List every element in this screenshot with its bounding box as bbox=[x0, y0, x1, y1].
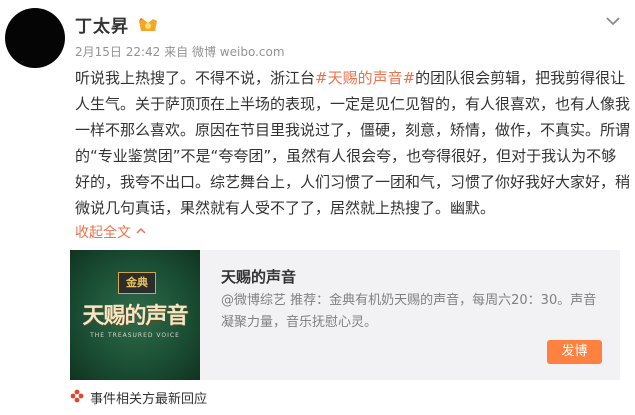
chevron-down-icon[interactable] bbox=[605, 12, 621, 26]
vip-badge-icon[interactable] bbox=[137, 17, 159, 33]
flower-icon bbox=[70, 389, 84, 407]
chevron-up-icon bbox=[135, 224, 147, 240]
author-row: 丁太昇 bbox=[75, 12, 159, 37]
source-prefix: 来自 bbox=[164, 45, 189, 59]
cover-brand-badge: 金典 bbox=[118, 272, 156, 294]
event-response-label: 事件相关方最新回应 bbox=[90, 392, 208, 407]
post-text-before: 听说我上热搜了。不得不说，浙江台 bbox=[75, 69, 316, 87]
cover-title: 天赐的声音 bbox=[82, 304, 188, 329]
card-description: @微博综艺 推荐：金典有机奶天赐的声音，每周六20：30。声音凝聚力量，音乐抚慰… bbox=[221, 293, 597, 330]
card-title[interactable]: 天赐的声音 bbox=[221, 266, 296, 287]
cover-subtitle: THE TREASURED VOICE bbox=[90, 332, 180, 339]
post-meta: 2月15日 22:42 来自 微博 weibo.com bbox=[75, 43, 285, 60]
post-text: 听说我上热搜了。不得不说，浙江台#天赐的声音#的团队很会剪辑，把我剪得很让人生气… bbox=[75, 65, 630, 221]
post-source[interactable]: 微博 weibo.com bbox=[192, 43, 285, 60]
author-name[interactable]: 丁太昇 bbox=[75, 12, 129, 37]
show-cover-image[interactable]: 金典 天赐的声音 THE TREASURED VOICE bbox=[70, 250, 200, 380]
post-time[interactable]: 2月15日 22:42 bbox=[75, 43, 160, 60]
show-card[interactable]: 金典 天赐的声音 THE TREASURED VOICE 天赐的声音 @微博综艺… bbox=[70, 250, 620, 380]
event-response-link[interactable]: 事件相关方最新回应 bbox=[70, 388, 207, 407]
collapse-button[interactable]: 收起全文 bbox=[75, 222, 147, 242]
hashtag-link[interactable]: #天赐的声音# bbox=[315, 69, 415, 87]
avatar[interactable] bbox=[5, 8, 65, 68]
post-text-after: 的团队很会剪辑，把我剪得很让人生气。关于萨顶顶在上半场的表现，一定是见仁见智的，… bbox=[75, 69, 631, 217]
collapse-label: 收起全文 bbox=[75, 225, 131, 241]
post-button[interactable]: 发博 bbox=[547, 340, 602, 364]
